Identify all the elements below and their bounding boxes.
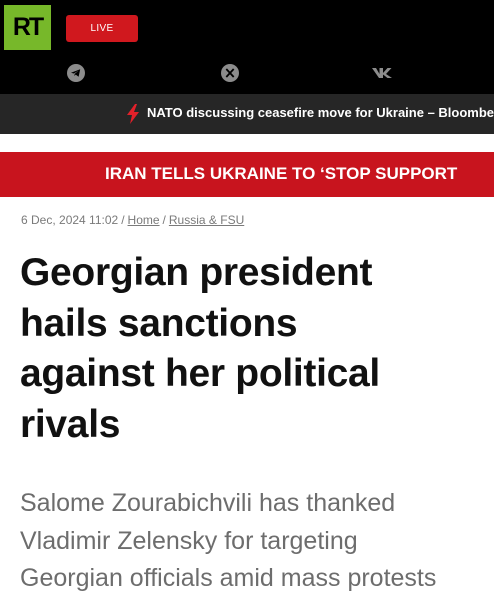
breadcrumb-separator: / xyxy=(162,213,166,227)
article-title: Georgian president hails sanctions again… xyxy=(20,248,485,451)
live-button[interactable]: LIVE xyxy=(66,15,138,42)
article-meta: 6 Dec, 2024 11:02/Home / Russia & FSU xyxy=(21,213,244,227)
title-line: Georgian president xyxy=(20,251,373,294)
rt-logo[interactable]: RT xyxy=(4,5,51,50)
top-headline-text[interactable]: IRAN TELLS UKRAINE TO ‘STOP SUPPORT xyxy=(105,164,457,184)
x-icon[interactable] xyxy=(219,63,241,83)
summary-line: Vladimir Zelensky for targeting xyxy=(20,526,358,555)
title-line: hails sanctions xyxy=(20,301,298,345)
article-datetime: 6 Dec, 2024 11:02 xyxy=(21,213,119,227)
breadcrumb-russia-fsu[interactable]: Russia & FSU xyxy=(169,213,244,227)
summary-line: Salome Zourabichvili has thanked xyxy=(20,489,396,517)
lightning-icon xyxy=(126,104,140,129)
summary-line: Georgian officials amid mass protests xyxy=(20,564,437,592)
title-line: rivals xyxy=(20,403,121,447)
telegram-icon[interactable] xyxy=(65,63,87,83)
breadcrumb-separator: / xyxy=(121,213,125,227)
breaking-news-bar[interactable]: NATO discussing ceasefire move for Ukrai… xyxy=(0,94,494,134)
article-summary: Salome Zourabichvili has thanked Vladimi… xyxy=(20,485,490,598)
title-line: against her political xyxy=(20,352,380,396)
vk-icon[interactable] xyxy=(371,63,393,83)
top-headline-banner[interactable]: IRAN TELLS UKRAINE TO ‘STOP SUPPORT xyxy=(0,152,494,197)
breaking-news-text[interactable]: NATO discussing ceasefire move for Ukrai… xyxy=(147,105,494,120)
top-bar: RT LIVE xyxy=(0,0,494,94)
breadcrumb-home[interactable]: Home xyxy=(128,213,160,227)
